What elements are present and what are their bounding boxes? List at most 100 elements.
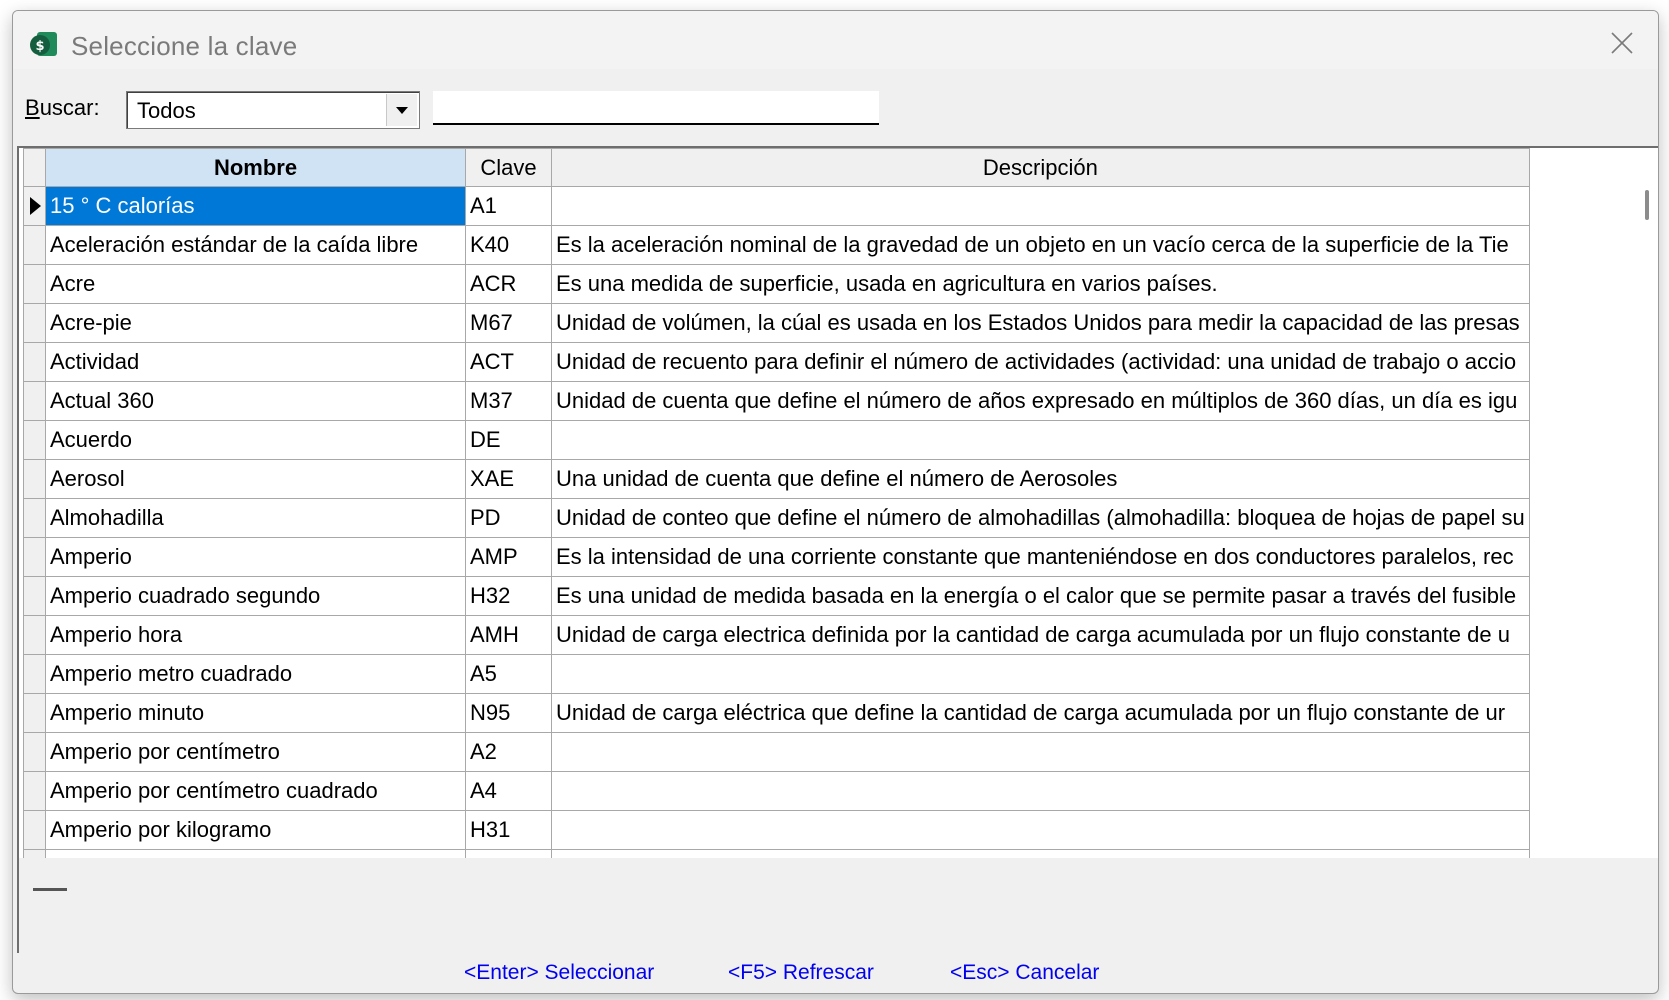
cell-descripcion[interactable]: Unidad de carga eléctrica que define la … bbox=[551, 693, 1530, 733]
cell-clave[interactable]: M67 bbox=[465, 303, 552, 343]
cell-descripcion[interactable]: Es la aceleración nominal de la gravedad… bbox=[551, 225, 1530, 265]
cell-nombre[interactable]: Amperio bbox=[45, 537, 466, 577]
table-row[interactable]: Amperio minuto N95 Unidad de carga eléctri… bbox=[23, 693, 1530, 733]
row-indicator[interactable] bbox=[23, 498, 46, 538]
cell-clave[interactable]: PD bbox=[465, 498, 552, 538]
cell-clave[interactable]: ACR bbox=[465, 264, 552, 304]
row-indicator[interactable] bbox=[23, 225, 46, 265]
cell-descripcion[interactable]: Unidad de conteo que define el número de… bbox=[551, 498, 1530, 538]
cell-clave[interactable]: M37 bbox=[465, 381, 552, 421]
search-field-select[interactable]: Todos bbox=[126, 91, 420, 129]
row-indicator[interactable] bbox=[23, 264, 46, 304]
cell-descripcion[interactable]: Unidad de carga electrica definida por l… bbox=[551, 615, 1530, 655]
cell-nombre[interactable]: Amperio hora bbox=[45, 615, 466, 655]
cell-descripcion[interactable] bbox=[551, 732, 1530, 772]
row-indicator[interactable] bbox=[23, 303, 46, 343]
table-row[interactable]: Amperio por centímetro cuadrado A4 bbox=[23, 771, 1530, 811]
table-row[interactable]: Amperio AMP Es la intensidad de una corrie… bbox=[23, 537, 1530, 577]
cell-clave[interactable]: DE bbox=[465, 420, 552, 460]
cell-clave[interactable]: K40 bbox=[465, 225, 552, 265]
cell-descripcion[interactable]: Unidad de volúmen, la cúal es usada en l… bbox=[551, 303, 1530, 343]
column-header-clave[interactable]: Clave bbox=[465, 148, 552, 187]
cell-descripcion[interactable] bbox=[551, 186, 1530, 226]
cell-nombre[interactable]: Almohadilla bbox=[45, 498, 466, 538]
cell-descripcion[interactable] bbox=[551, 420, 1530, 460]
cell-clave[interactable]: XAE bbox=[465, 459, 552, 499]
cell-nombre[interactable]: Amperio metro cuadrado bbox=[45, 654, 466, 694]
dropdown-button[interactable] bbox=[386, 94, 417, 126]
table-row[interactable]: Actividad ACT Unidad de recuento para defi… bbox=[23, 342, 1530, 382]
cell-descripcion[interactable] bbox=[551, 810, 1530, 850]
cell-clave[interactable]: A1 bbox=[465, 186, 552, 226]
cell-nombre[interactable]: Actual 360 bbox=[45, 381, 466, 421]
row-indicator[interactable] bbox=[23, 615, 46, 655]
cell-descripcion[interactable]: Una unidad de cuenta que define el númer… bbox=[551, 459, 1530, 499]
table-row[interactable]: Actual 360 M37 Unidad de cuenta que define… bbox=[23, 381, 1530, 421]
table-row[interactable]: Acre ACR Es una medida de superficie, usad… bbox=[23, 264, 1530, 304]
search-label-text: uscar: bbox=[39, 95, 100, 120]
horizontal-scrollbar-thumb[interactable] bbox=[33, 888, 67, 891]
cell-nombre[interactable]: Acre bbox=[45, 264, 466, 304]
column-header-descripcion[interactable]: Descripción bbox=[551, 148, 1530, 187]
column-header-nombre[interactable]: Nombre bbox=[45, 148, 466, 187]
cell-nombre[interactable]: Acre-pie bbox=[45, 303, 466, 343]
cell-clave[interactable]: N95 bbox=[465, 693, 552, 733]
row-indicator[interactable] bbox=[23, 693, 46, 733]
cell-nombre[interactable]: Amperio por centímetro cuadrado bbox=[45, 771, 466, 811]
row-indicator[interactable] bbox=[23, 342, 46, 382]
search-input[interactable] bbox=[433, 91, 879, 125]
cell-nombre[interactable]: Amperio por centímetro bbox=[45, 732, 466, 772]
cell-nombre[interactable]: Amperio por kilogramo bbox=[45, 810, 466, 850]
table-row[interactable]: 15 ° C calorías A1 bbox=[23, 186, 1530, 226]
cell-clave[interactable]: A2 bbox=[465, 732, 552, 772]
table-row[interactable]: Aceleración estándar de la caída libre K4… bbox=[23, 225, 1530, 265]
cell-clave[interactable]: ACT bbox=[465, 342, 552, 382]
cell-descripcion[interactable]: Unidad de cuenta que define el número de… bbox=[551, 381, 1530, 421]
cell-nombre[interactable]: Aerosol bbox=[45, 459, 466, 499]
table-row[interactable]: Amperio cuadrado segundo H32 Es una unidad… bbox=[23, 576, 1530, 616]
cell-nombre[interactable]: Actividad bbox=[45, 342, 466, 382]
close-button[interactable] bbox=[1604, 25, 1640, 61]
cell-descripcion[interactable]: Es la intensidad de una corriente consta… bbox=[551, 537, 1530, 577]
row-indicator[interactable] bbox=[23, 771, 46, 811]
table-row[interactable]: Acuerdo DE bbox=[23, 420, 1530, 460]
row-indicator[interactable] bbox=[23, 186, 46, 226]
cell-clave[interactable]: H31 bbox=[465, 810, 552, 850]
select-shortcut-link[interactable]: <Enter> Seleccionar bbox=[464, 961, 654, 985]
row-indicator[interactable] bbox=[23, 459, 46, 499]
scrollbar-thumb[interactable] bbox=[1645, 190, 1649, 220]
row-indicator[interactable] bbox=[23, 420, 46, 460]
cell-descripcion[interactable] bbox=[551, 654, 1530, 694]
cell-clave[interactable]: AMH bbox=[465, 615, 552, 655]
cancel-shortcut-link[interactable]: <Esc> Cancelar bbox=[950, 961, 1099, 985]
cell-nombre[interactable]: Amperio cuadrado segundo bbox=[45, 576, 466, 616]
cell-clave[interactable]: H32 bbox=[465, 576, 552, 616]
row-indicator[interactable] bbox=[23, 537, 46, 577]
table-row[interactable]: Aerosol XAE Una unidad de cuenta que defin… bbox=[23, 459, 1530, 499]
row-indicator[interactable] bbox=[23, 810, 46, 850]
cell-nombre[interactable]: Acuerdo bbox=[45, 420, 466, 460]
row-indicator[interactable] bbox=[23, 654, 46, 694]
table-row[interactable]: Amperio por kilogramo H31 bbox=[23, 810, 1530, 850]
row-indicator[interactable] bbox=[23, 732, 46, 772]
table-row[interactable]: Amperio metro cuadrado A5 bbox=[23, 654, 1530, 694]
row-indicator[interactable] bbox=[23, 576, 46, 616]
table-row[interactable]: Amperio hora AMH Unidad de carga electrica… bbox=[23, 615, 1530, 655]
cell-nombre[interactable]: 15 ° C calorías bbox=[45, 186, 466, 226]
cell-descripcion[interactable] bbox=[551, 771, 1530, 811]
row-indicator[interactable] bbox=[23, 381, 46, 421]
refresh-shortcut-link[interactable]: <F5> Refrescar bbox=[728, 961, 874, 985]
vertical-scrollbar[interactable] bbox=[1641, 186, 1655, 891]
results-table: Nombre Clave Descripción 15 ° C calorías… bbox=[23, 148, 1530, 889]
cell-nombre[interactable]: Amperio minuto bbox=[45, 693, 466, 733]
cell-clave[interactable]: A5 bbox=[465, 654, 552, 694]
table-row[interactable]: Almohadilla PD Unidad de conteo que define… bbox=[23, 498, 1530, 538]
table-row[interactable]: Acre-pie M67 Unidad de volúmen, la cúal es… bbox=[23, 303, 1530, 343]
cell-descripcion[interactable]: Unidad de recuento para definir el númer… bbox=[551, 342, 1530, 382]
cell-clave[interactable]: AMP bbox=[465, 537, 552, 577]
cell-clave[interactable]: A4 bbox=[465, 771, 552, 811]
cell-descripcion[interactable]: Es una unidad de medida basada en la ene… bbox=[551, 576, 1530, 616]
cell-nombre[interactable]: Aceleración estándar de la caída libre bbox=[45, 225, 466, 265]
table-row[interactable]: Amperio por centímetro A2 bbox=[23, 732, 1530, 772]
cell-descripcion[interactable]: Es una medida de superficie, usada en ag… bbox=[551, 264, 1530, 304]
